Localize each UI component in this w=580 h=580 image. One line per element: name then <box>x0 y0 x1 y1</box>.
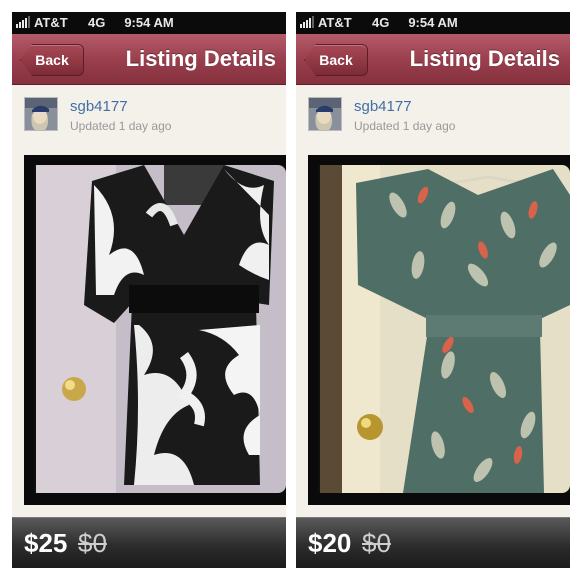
listing-price: $25 <box>24 528 68 558</box>
listing-photo[interactable] <box>308 155 570 505</box>
page-title: Listing Details <box>125 46 276 71</box>
original-price: $0 <box>362 528 391 558</box>
updated-timestamp: Updated 1 day ago <box>70 119 172 133</box>
seller-username-link[interactable]: sgb4177 <box>354 98 412 115</box>
listing-photo[interactable] <box>24 155 286 505</box>
avatar[interactable] <box>308 97 342 131</box>
status-bar: AT&T 4G 9:54 AM <box>12 12 286 34</box>
updated-timestamp: Updated 1 day ago <box>354 119 456 133</box>
listing-screen-right: AT&T 4G 9:54 AM Back Listing Details sgb… <box>296 12 570 568</box>
back-button[interactable]: Back <box>304 44 368 76</box>
price-bar: $25 $0 <box>12 517 286 568</box>
seller-row[interactable]: sgb4177 Updated 1 day ago <box>12 85 286 155</box>
clock: 9:54 AM <box>124 15 174 30</box>
seller-username-link[interactable]: sgb4177 <box>70 98 128 115</box>
clock: 9:54 AM <box>408 15 458 30</box>
original-price: $0 <box>78 528 107 558</box>
status-bar: AT&T 4G 9:54 AM <box>296 12 570 34</box>
avatar[interactable] <box>24 97 58 131</box>
page-title: Listing Details <box>409 46 560 71</box>
price-bar: $20 $0 <box>296 517 570 568</box>
nav-bar: Back Listing Details <box>296 34 570 85</box>
listing-price: $20 <box>308 528 352 558</box>
nav-bar: Back Listing Details <box>12 34 286 85</box>
back-button[interactable]: Back <box>20 44 84 76</box>
listing-screen-left: AT&T 4G 9:54 AM Back Listing Details sgb… <box>12 12 286 568</box>
seller-row[interactable]: sgb4177 Updated 1 day ago <box>296 85 570 155</box>
